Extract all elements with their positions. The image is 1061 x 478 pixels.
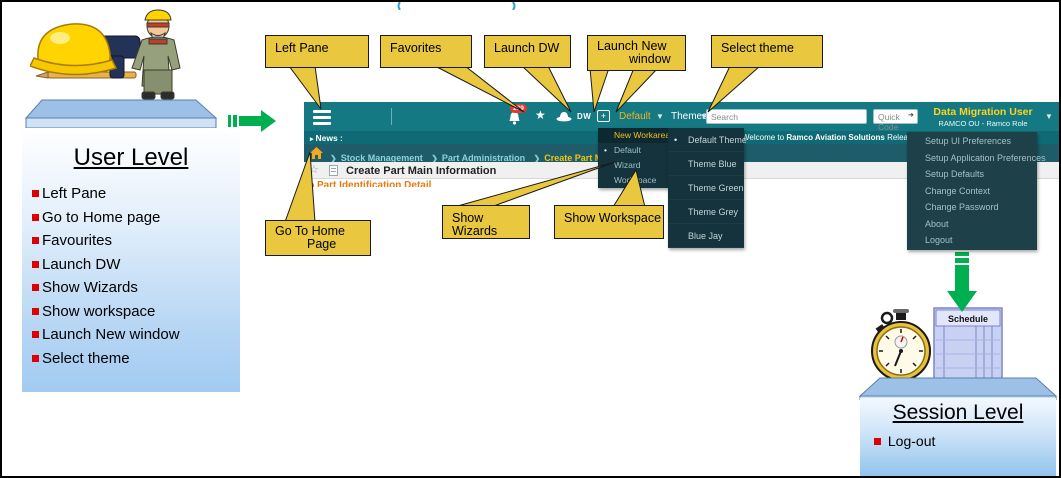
user-dropdown-menu: Setup UI Preferences Setup Application P… xyxy=(907,132,1037,250)
menu-item[interactable]: Logout xyxy=(907,232,1037,249)
list-item: Show Wizards xyxy=(32,276,240,300)
document-icon xyxy=(329,165,338,176)
list-item: Go to Home page xyxy=(32,206,240,230)
search-input[interactable]: Search xyxy=(706,109,867,124)
page-title: Create Part Main Information xyxy=(346,165,496,177)
bullet-square-icon xyxy=(32,355,39,362)
bullet-square-icon xyxy=(32,214,39,221)
user-level-list: Left Pane Go to Home page Favourites Lau… xyxy=(32,182,240,370)
flow-arrow-right-icon xyxy=(228,108,278,134)
cropped-title-marks xyxy=(392,2,527,10)
session-level-panel: Session Level Log-out xyxy=(860,398,1056,478)
session-level-platform xyxy=(858,376,1058,400)
callout-go-to-home: Go To Home Page xyxy=(265,220,371,256)
user-menu-trigger[interactable]: Data Migration User RAMCO OU - Ramco Rol… xyxy=(924,106,1042,128)
menu-item[interactable]: Setup Application Preferences xyxy=(907,150,1037,167)
news-label: ▸ News : xyxy=(310,133,343,143)
menu-item[interactable]: •Theme Grey xyxy=(668,200,744,224)
list-item: Show workspace xyxy=(32,300,240,324)
wizard-hat-icon[interactable] xyxy=(556,111,572,123)
chevron-down-icon[interactable]: ▼ xyxy=(656,112,664,121)
welcome-text: Welcome to Ramco Aviation Solutions Rele… xyxy=(742,133,924,142)
bullet-square-icon xyxy=(32,331,39,338)
list-item: Favourites xyxy=(32,229,240,253)
menu-item[interactable]: Change Password xyxy=(907,199,1037,216)
user-role: RAMCO OU - Ramco Role xyxy=(924,119,1042,128)
launch-dw-icon[interactable]: DW xyxy=(577,112,591,121)
session-level-list: Log-out xyxy=(860,433,1056,449)
quick-code-go-icon[interactable]: ➜ xyxy=(908,111,914,119)
menu-item[interactable]: •Blue Jay xyxy=(668,224,744,248)
callout-left-pane: Left Pane xyxy=(265,35,369,68)
menu-hamburger-icon[interactable] xyxy=(313,110,331,125)
list-item: Select theme xyxy=(32,347,240,371)
callout-show-workspace: Show Workspace xyxy=(554,205,664,239)
bullet-square-icon xyxy=(32,284,39,291)
user-level-title: User Level xyxy=(22,144,240,172)
section-header-cropped: ⊕ Part Identification Detail xyxy=(308,180,431,187)
list-item: Left Pane xyxy=(32,182,240,206)
list-item: Launch New window xyxy=(32,323,240,347)
notifications-bell-icon[interactable] xyxy=(507,111,522,125)
worker-clipart xyxy=(30,6,192,104)
callout-favorites: Favorites xyxy=(380,35,472,68)
notification-badge: 239 xyxy=(510,104,527,113)
breadcrumb-link[interactable]: Stock Management xyxy=(341,153,423,163)
flow-arrow-down-icon xyxy=(946,252,978,314)
session-level-title: Session Level xyxy=(860,401,1056,425)
bullet-square-icon xyxy=(32,261,39,268)
themes-dropdown-menu: •Default Theme •Theme Blue •Theme Green … xyxy=(668,128,744,248)
favorites-star-icon[interactable]: ★ xyxy=(535,108,546,122)
app-top-bar: 239 ★ DW + Default ▼ Themes ▼ Search Qui… xyxy=(304,102,1059,131)
slide-canvas: User Level Left Pane Go to Home page Fav… xyxy=(0,0,1061,478)
chevron-down-icon[interactable]: ▼ xyxy=(1045,112,1053,121)
callout-show-wizards: Show Wizards xyxy=(442,205,530,239)
menu-item[interactable]: About xyxy=(907,216,1037,233)
list-item: Log-out xyxy=(874,433,1056,449)
menu-item[interactable]: Setup UI Preferences xyxy=(907,133,1037,150)
user-level-panel: User Level Left Pane Go to Home page Fav… xyxy=(22,128,240,392)
callout-launch-new-window: Launch New window xyxy=(587,35,686,71)
new-window-icon[interactable]: + xyxy=(597,110,610,122)
menu-item[interactable]: Setup Defaults xyxy=(907,166,1037,183)
menu-item[interactable]: •Default Theme xyxy=(668,128,744,152)
callout-select-theme: Select theme xyxy=(711,35,823,68)
home-icon[interactable] xyxy=(310,147,323,159)
bullet-square-icon xyxy=(32,308,39,315)
bullet-square-icon xyxy=(874,438,881,445)
breadcrumb-link[interactable]: Part Administration xyxy=(442,153,525,163)
favorite-page-star-icon[interactable]: ☆ xyxy=(309,163,319,176)
bullet-square-icon xyxy=(32,190,39,197)
menu-item[interactable]: •Theme Green xyxy=(668,176,744,200)
menu-item[interactable]: •Theme Blue xyxy=(668,152,744,176)
svg-text:Schedule: Schedule xyxy=(948,314,988,324)
bullet-square-icon xyxy=(32,237,39,244)
workarea-dropdown-trigger[interactable]: Default xyxy=(619,111,651,122)
user-level-platform xyxy=(24,98,224,130)
divider xyxy=(391,108,392,125)
user-name: Data Migration User xyxy=(924,106,1042,118)
list-item: Launch DW xyxy=(32,253,240,277)
menu-item[interactable]: Change Context xyxy=(907,183,1037,200)
callout-launch-dw: Launch DW xyxy=(484,35,571,68)
